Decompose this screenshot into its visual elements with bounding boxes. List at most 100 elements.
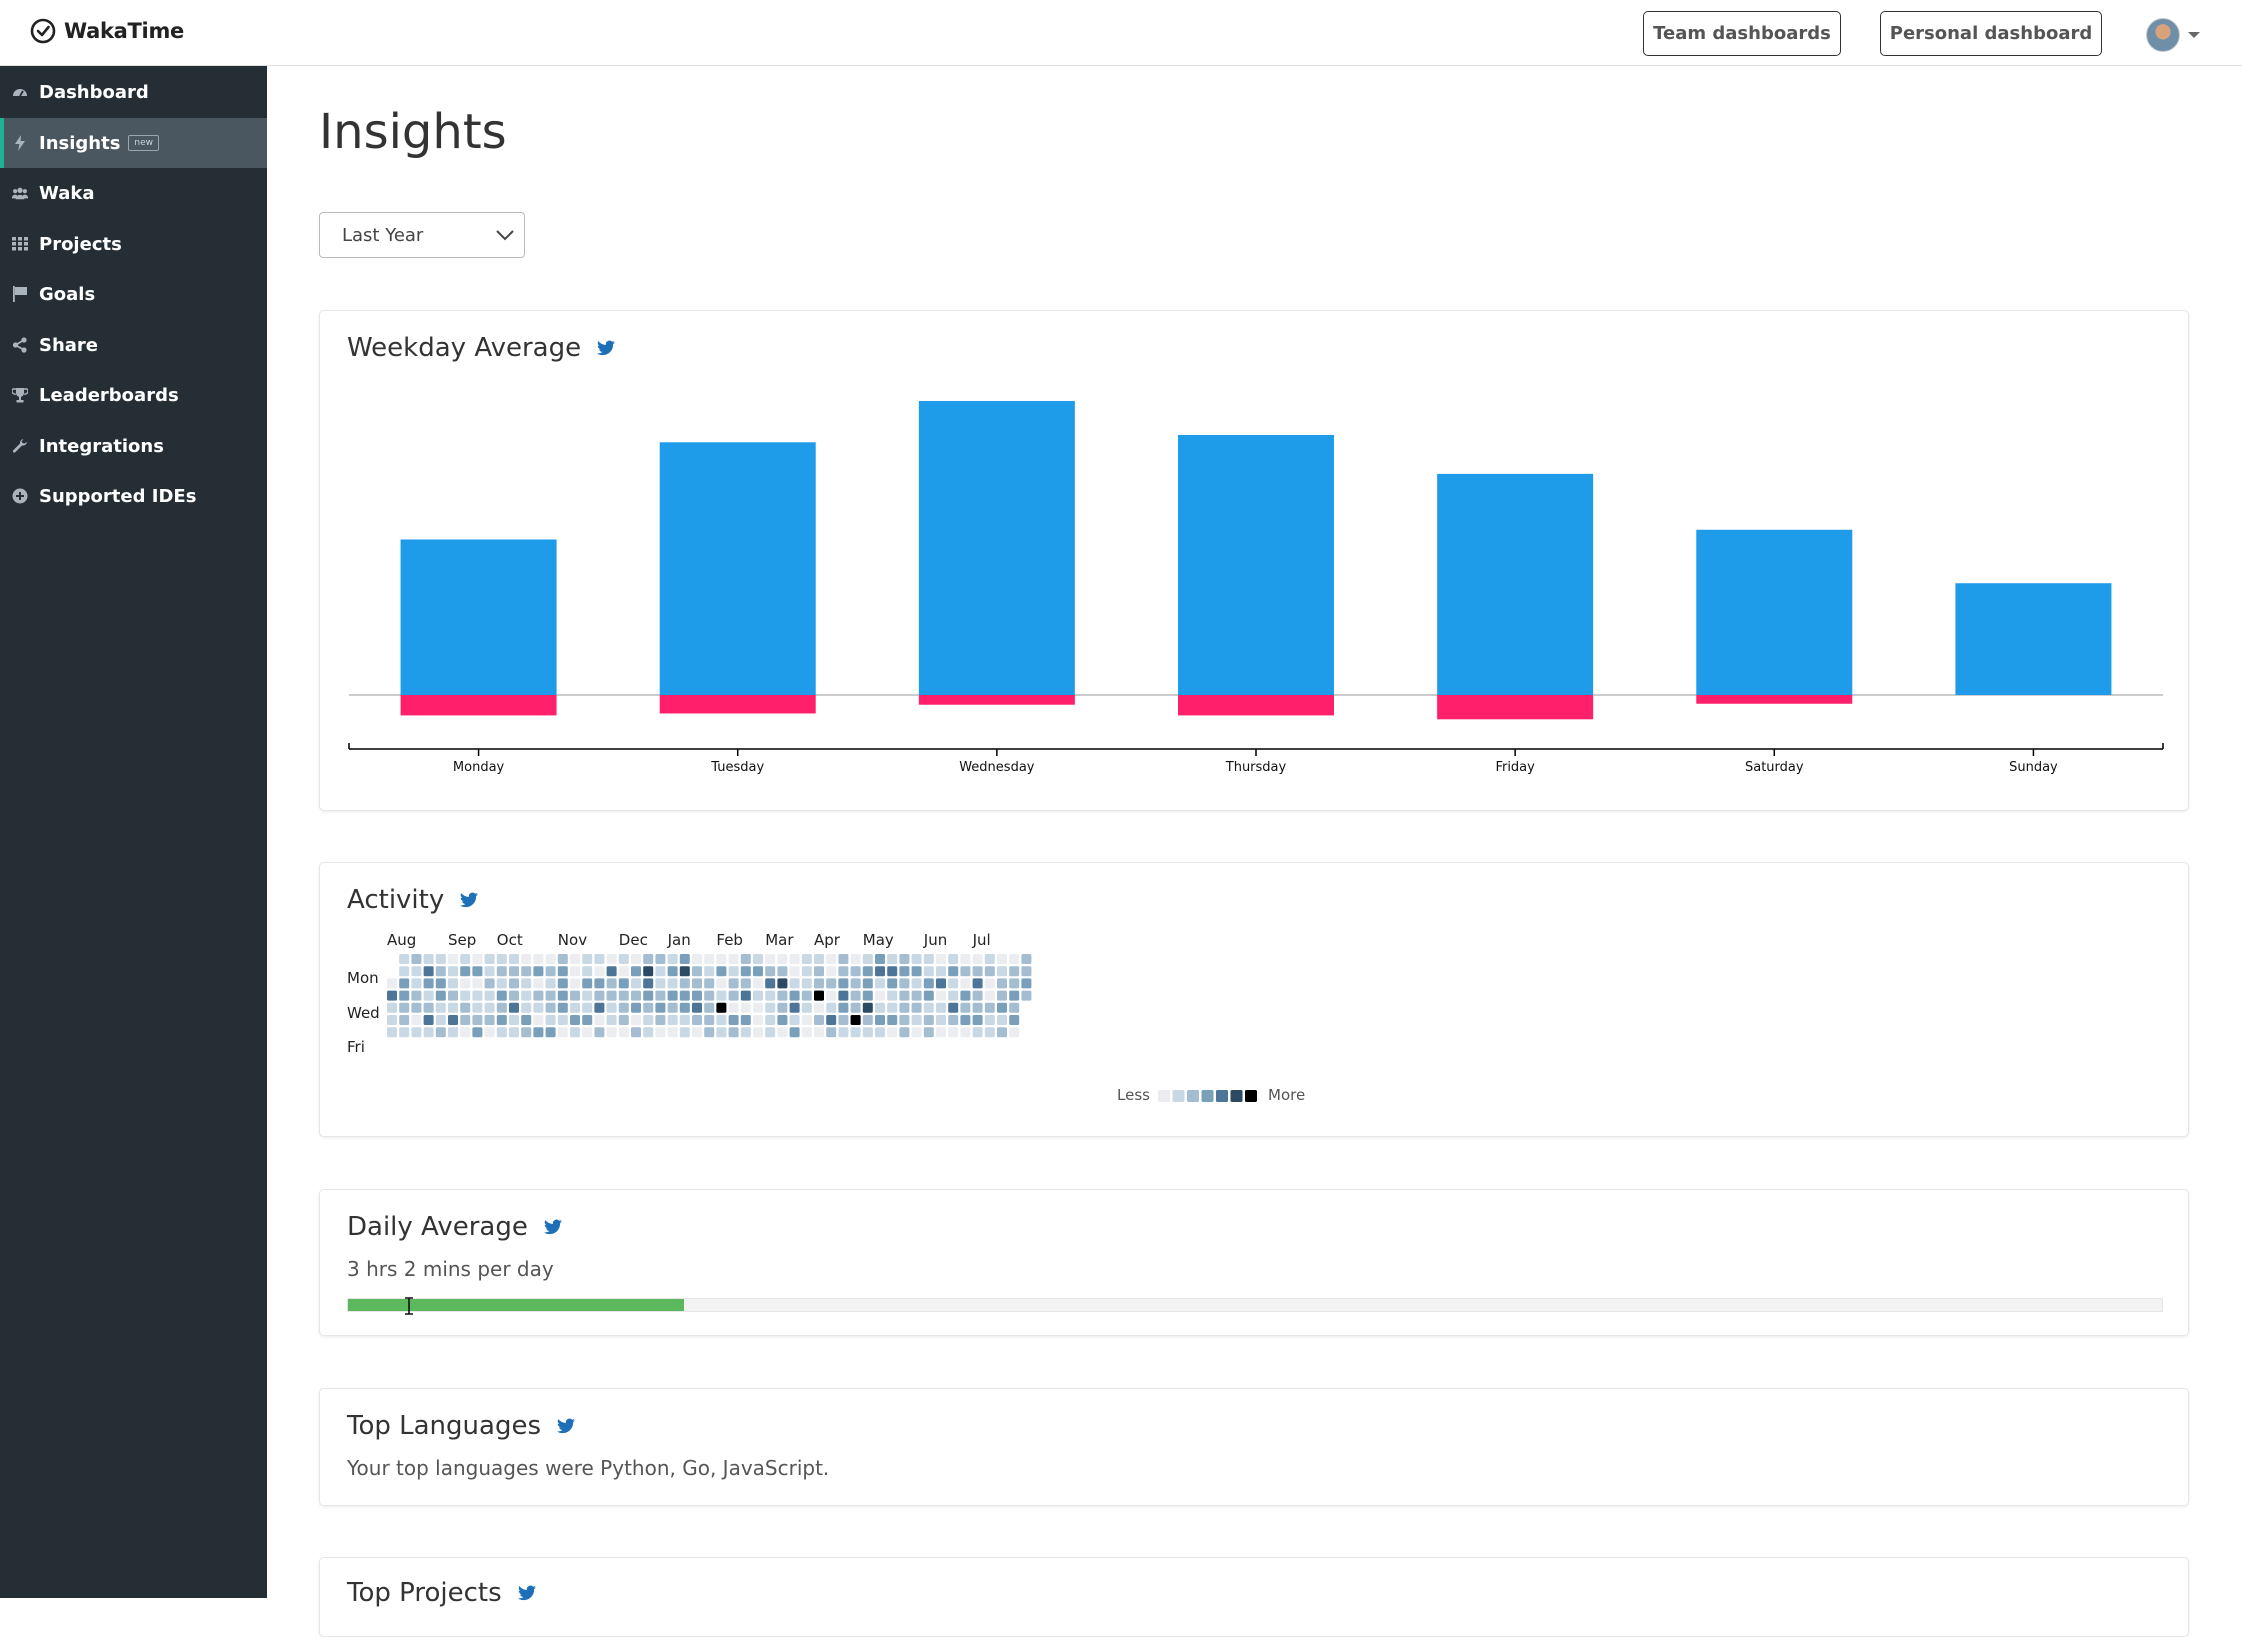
heatmap-cell[interactable] [765, 978, 776, 989]
heatmap-cell[interactable] [435, 990, 446, 1001]
heatmap-cell[interactable] [740, 978, 751, 989]
heatmap-cell[interactable] [692, 978, 702, 989]
range-select[interactable]: Last Year [319, 212, 525, 258]
twitter-icon[interactable] [517, 1585, 536, 1601]
heatmap-cell[interactable] [850, 1015, 861, 1025]
heatmap-cell[interactable] [972, 1027, 983, 1038]
sidebar-item-projects[interactable]: Projects [0, 219, 267, 269]
heatmap-cell[interactable] [594, 1027, 605, 1038]
heatmap-cell[interactable] [740, 1027, 751, 1038]
heatmap-cell[interactable] [692, 966, 702, 977]
heatmap-cell[interactable] [789, 990, 800, 1001]
heatmap-cell[interactable] [1021, 966, 1032, 977]
heatmap-cell[interactable] [911, 1027, 922, 1038]
heatmap-cell[interactable] [411, 954, 422, 964]
heatmap-cell[interactable] [875, 1027, 885, 1038]
heatmap-cell[interactable] [923, 1015, 934, 1025]
heatmap-cell[interactable] [582, 1027, 593, 1038]
heatmap-cell[interactable] [862, 990, 873, 1001]
heatmap-cell[interactable] [411, 978, 422, 989]
bar-saturday[interactable] [1696, 529, 1853, 695]
heatmap-cell[interactable] [618, 966, 629, 977]
heatmap-cell[interactable] [399, 978, 410, 989]
heatmap-cell[interactable] [948, 978, 959, 989]
heatmap-cell[interactable] [911, 1015, 922, 1025]
heatmap-cell[interactable] [606, 1002, 617, 1013]
heatmap-cell[interactable] [521, 978, 532, 989]
heatmap-cell[interactable] [472, 1002, 483, 1013]
twitter-icon[interactable] [557, 1418, 575, 1434]
heatmap-cell[interactable] [533, 978, 544, 989]
heatmap-cell[interactable] [887, 966, 898, 977]
heatmap-cell[interactable] [448, 1027, 458, 1038]
heatmap-cell[interactable] [387, 978, 397, 989]
heatmap-cell[interactable] [972, 1015, 983, 1025]
heatmap-cell[interactable] [777, 1027, 788, 1038]
heatmap-cell[interactable] [655, 990, 666, 1001]
bar-negative-monday[interactable] [400, 695, 557, 716]
heatmap-cell[interactable] [850, 954, 861, 964]
heatmap-cell[interactable] [997, 990, 1007, 1001]
sidebar-item-insights[interactable]: Insights new [0, 118, 267, 168]
heatmap-cell[interactable] [533, 1002, 544, 1013]
heatmap-cell[interactable] [1021, 954, 1032, 964]
heatmap-cell[interactable] [923, 966, 934, 977]
heatmap-cell[interactable] [704, 990, 715, 1001]
heatmap-cell[interactable] [411, 990, 422, 1001]
heatmap-cell[interactable] [777, 1002, 788, 1013]
heatmap-cell[interactable] [765, 966, 776, 977]
heatmap-cell[interactable] [594, 978, 605, 989]
heatmap-cell[interactable] [972, 966, 983, 977]
heatmap-cell[interactable] [692, 1002, 702, 1013]
heatmap-cell[interactable] [899, 1027, 910, 1038]
heatmap-cell[interactable] [484, 954, 495, 964]
heatmap-cell[interactable] [728, 1027, 739, 1038]
heatmap-cell[interactable] [643, 978, 654, 989]
heatmap-cell[interactable] [960, 1027, 971, 1038]
heatmap-cell[interactable] [582, 1002, 593, 1013]
heatmap-cell[interactable] [557, 990, 568, 1001]
heatmap-cell[interactable] [875, 1015, 885, 1025]
user-menu[interactable] [2146, 18, 2200, 52]
heatmap-cell[interactable] [655, 954, 666, 964]
heatmap-cell[interactable] [984, 978, 995, 989]
heatmap-cell[interactable] [643, 1027, 654, 1038]
heatmap-cell[interactable] [765, 1027, 776, 1038]
heatmap-cell[interactable] [557, 954, 568, 964]
heatmap-cell[interactable] [753, 978, 763, 989]
heatmap-cell[interactable] [765, 1002, 776, 1013]
heatmap-cell[interactable] [387, 1027, 397, 1038]
heatmap-cell[interactable] [838, 1002, 849, 1013]
heatmap-cell[interactable] [911, 978, 922, 989]
heatmap-cell[interactable] [875, 954, 885, 964]
heatmap-cell[interactable] [667, 978, 678, 989]
heatmap-cell[interactable] [826, 954, 837, 964]
heatmap-cell[interactable] [826, 1002, 837, 1013]
heatmap-cell[interactable] [838, 990, 849, 1001]
heatmap-cell[interactable] [1009, 1002, 1020, 1013]
heatmap-cell[interactable] [923, 978, 934, 989]
twitter-icon[interactable] [460, 892, 479, 908]
avatar[interactable] [2146, 18, 2180, 52]
heatmap-cell[interactable] [484, 966, 495, 977]
heatmap-cell[interactable] [838, 966, 849, 977]
heatmap-cell[interactable] [814, 966, 824, 977]
heatmap-cell[interactable] [960, 1015, 971, 1025]
heatmap-cell[interactable] [716, 954, 727, 964]
heatmap-cell[interactable] [679, 966, 690, 977]
heatmap-cell[interactable] [765, 1015, 776, 1025]
heatmap-cell[interactable] [435, 1002, 446, 1013]
heatmap-cell[interactable] [960, 1002, 971, 1013]
heatmap-cell[interactable] [448, 1015, 458, 1025]
heatmap-cell[interactable] [423, 954, 434, 964]
heatmap-cell[interactable] [753, 954, 763, 964]
heatmap-cell[interactable] [1009, 1027, 1020, 1038]
heatmap-cell[interactable] [789, 1002, 800, 1013]
heatmap-cell[interactable] [399, 1027, 410, 1038]
heatmap-cell[interactable] [887, 1002, 898, 1013]
heatmap-cell[interactable] [960, 954, 971, 964]
heatmap-cell[interactable] [448, 954, 458, 964]
heatmap-cell[interactable] [582, 954, 593, 964]
heatmap-cell[interactable] [814, 1002, 824, 1013]
heatmap-cell[interactable] [387, 1002, 397, 1013]
